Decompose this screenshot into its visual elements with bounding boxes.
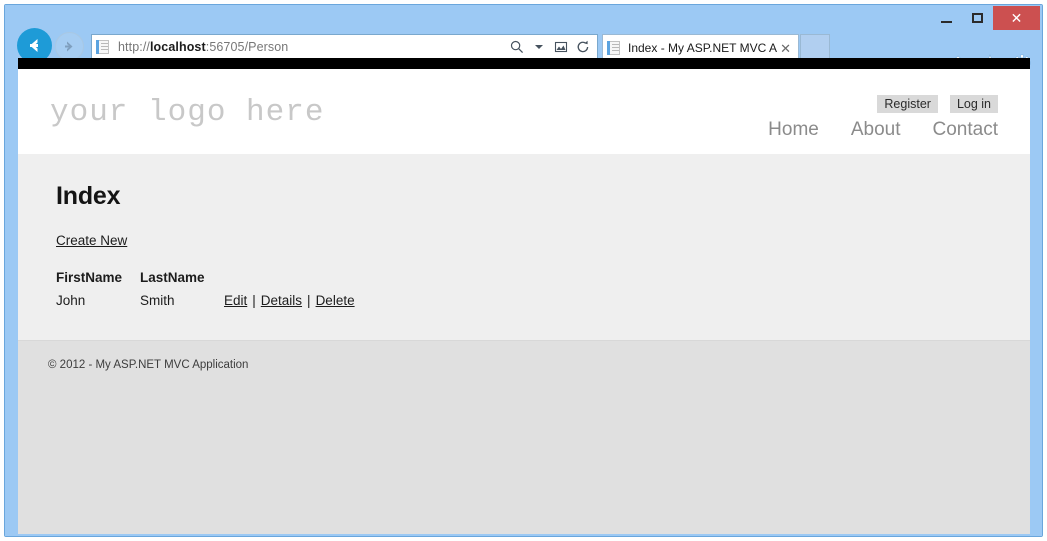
nav-item-home[interactable]: Home xyxy=(768,119,819,141)
site-header: your logo here Register Log in Home Abou… xyxy=(18,69,1030,197)
browser-tab[interactable]: Index - My ASP.NET MVC A... ✕ xyxy=(602,34,799,61)
page-top-black-bar xyxy=(18,58,1030,69)
compatibility-view-icon[interactable] xyxy=(551,37,571,57)
person-table: FirstName LastName John Smith Edit | Detai… xyxy=(56,270,355,308)
column-header-lastname: LastName xyxy=(140,270,205,285)
footer-copyright: © 2012 - My ASP.NET MVC Application xyxy=(48,359,249,371)
login-link[interactable]: Log in xyxy=(949,95,998,113)
nav-item-contact[interactable]: Contact xyxy=(933,119,998,141)
browser-chrome: ✕ http://localhost:56705/Person Index - … xyxy=(5,5,1042,536)
url-path: :56705/Person xyxy=(205,39,289,54)
table-header-row: FirstName LastName xyxy=(56,270,355,285)
create-new-link[interactable]: Create New xyxy=(56,233,127,248)
back-arrow-icon xyxy=(30,39,38,52)
page-viewport: your logo here Register Log in Home Abou… xyxy=(18,58,1030,534)
forward-button[interactable] xyxy=(55,32,84,61)
column-header-firstname: FirstName xyxy=(56,270,123,285)
cell-lastname: Smith xyxy=(140,293,175,308)
action-separator-1: | xyxy=(252,293,256,308)
url-host: localhost xyxy=(149,39,206,54)
browser-window: ✕ http://localhost:56705/Person Index - … xyxy=(4,4,1043,537)
chevron-down-icon[interactable] xyxy=(529,37,549,57)
address-bar-tools xyxy=(507,37,597,57)
close-icon: ✕ xyxy=(1010,9,1023,26)
table-row: John Smith Edit | Details | Delete xyxy=(56,285,355,308)
browser-nav-row: http://localhost:56705/Person Index - My… xyxy=(5,27,1042,72)
tab-title: Index - My ASP.NET MVC A... xyxy=(628,41,778,55)
refresh-icon[interactable] xyxy=(573,37,593,57)
table-body: John Smith Edit | Details | Delete xyxy=(56,285,355,308)
auth-links: Register Log in xyxy=(877,95,998,113)
nav-item-about[interactable]: About xyxy=(851,119,901,141)
address-url-text: http://localhost:56705/Person xyxy=(118,40,507,54)
address-page-icon xyxy=(96,39,112,55)
delete-link[interactable]: Delete xyxy=(316,293,355,308)
forward-arrow-icon xyxy=(65,41,73,52)
search-icon[interactable] xyxy=(507,37,527,57)
edit-link[interactable]: Edit xyxy=(224,293,247,308)
maximize-icon xyxy=(972,13,983,23)
cell-actions: Edit | Details | Delete xyxy=(224,285,355,308)
tab-close-icon[interactable]: ✕ xyxy=(777,42,794,55)
site-logo[interactable]: your logo here xyxy=(50,95,324,130)
action-separator-2: | xyxy=(307,293,311,308)
site-footer: © 2012 - My ASP.NET MVC Application xyxy=(18,340,1030,534)
details-link[interactable]: Details xyxy=(261,293,302,308)
register-link[interactable]: Register xyxy=(877,95,938,113)
tab-page-icon xyxy=(607,40,623,56)
column-header-actions xyxy=(224,270,355,285)
url-prefix: http:// xyxy=(118,39,150,54)
cell-firstname: John xyxy=(56,293,86,308)
page-title: Index xyxy=(56,182,121,210)
address-bar[interactable]: http://localhost:56705/Person xyxy=(91,34,598,59)
new-tab-button[interactable] xyxy=(800,34,830,61)
site-nav: Home About Contact xyxy=(768,119,998,141)
minimize-icon xyxy=(941,20,952,23)
main-content: Index Create New FirstName LastName John xyxy=(18,154,1030,340)
table-head: FirstName LastName xyxy=(56,270,355,285)
